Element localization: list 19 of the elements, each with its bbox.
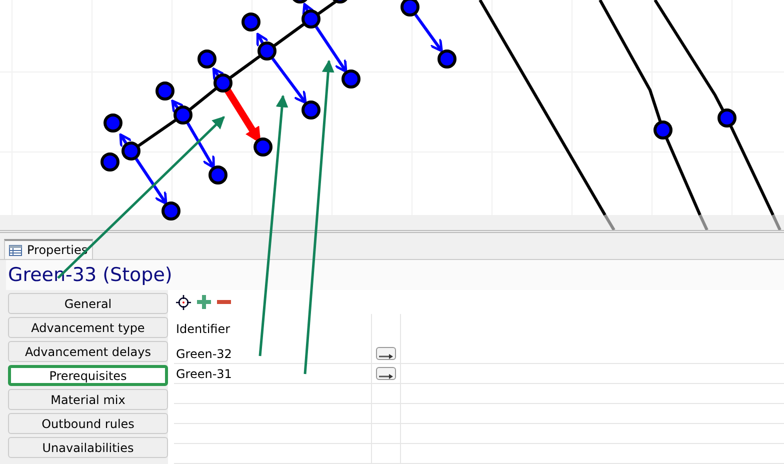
add-icon[interactable]	[197, 295, 211, 309]
arrow-icon	[378, 373, 394, 380]
column-header: Identifier	[176, 322, 230, 336]
object-title: Green-33 (Stope)	[7, 263, 174, 288]
arrow-button[interactable]	[376, 367, 396, 380]
table-icon	[9, 244, 22, 256]
table-cell: Green-32	[176, 346, 232, 360]
arrow-icon	[378, 353, 394, 360]
arrow-button[interactable]	[376, 347, 396, 360]
section-button[interactable]: Unavailabilities	[8, 437, 168, 458]
section-button[interactable]: General	[8, 293, 168, 314]
section-button[interactable]: Advancement delays	[8, 341, 168, 362]
section-button[interactable]: Material mix	[8, 389, 168, 410]
locate-icon[interactable]	[176, 294, 191, 310]
section-button[interactable]: Prerequisites	[8, 365, 168, 386]
section-button[interactable]: Advancement type	[8, 317, 168, 338]
properties-tab[interactable]: Properties	[4, 239, 93, 259]
table-cell: Green-31	[176, 366, 232, 380]
section-button[interactable]: Outbound rules	[8, 413, 168, 434]
